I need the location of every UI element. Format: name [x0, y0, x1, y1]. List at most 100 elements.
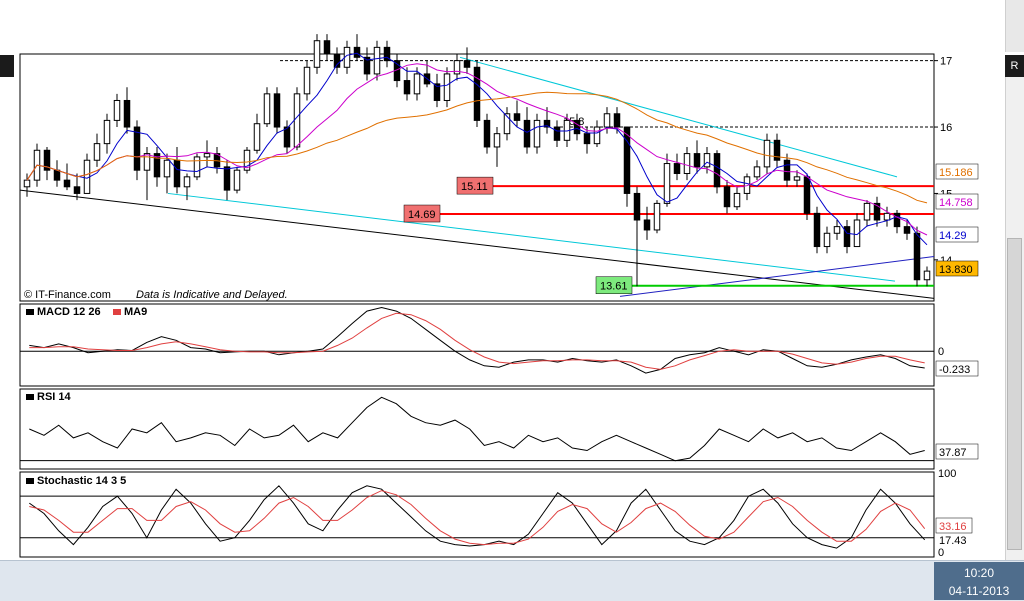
candle-body — [133, 126, 141, 171]
candle-body — [143, 153, 151, 171]
disclaimer: Data is Indicative and Delayed. — [136, 289, 288, 301]
stoch-legend-label: Stochastic 14 3 5 — [37, 475, 126, 487]
candle-body — [203, 153, 211, 158]
candle-body — [823, 232, 831, 248]
stoch-top-label: 100 — [938, 468, 956, 480]
candle-body — [573, 119, 581, 135]
candle-body — [533, 119, 541, 148]
candle-body — [923, 270, 931, 281]
candle-body — [493, 133, 501, 148]
candle-body — [653, 202, 661, 231]
candle-body — [283, 126, 291, 148]
candle-body — [323, 40, 331, 55]
candle-body — [723, 186, 731, 208]
candle-body — [813, 212, 821, 248]
candle-body — [23, 179, 31, 188]
candle-body — [223, 166, 231, 191]
candle-body — [403, 80, 411, 95]
taskbar-clock[interactable]: 10:20 04-11-2013 — [934, 562, 1024, 600]
clock-date: 04-11-2013 — [948, 584, 1010, 598]
candle-body — [123, 99, 131, 128]
candle-body — [113, 99, 121, 121]
candle-body — [883, 212, 891, 221]
candle-body — [893, 212, 901, 228]
candle-body — [513, 113, 521, 121]
macd-last-value: -0.233 — [939, 364, 970, 376]
candle-body — [903, 226, 911, 234]
y-tick-label: 17 — [940, 56, 952, 68]
candle-body — [183, 176, 191, 188]
candle-body — [473, 66, 481, 121]
candle-body — [483, 119, 491, 148]
y-tick-label: 16 — [940, 122, 952, 134]
right-value-text: 13.830 — [939, 264, 973, 276]
candle-body — [603, 113, 611, 128]
candle-body — [443, 73, 451, 101]
candle-body — [693, 153, 701, 168]
chart-canvas: 17161514 15.8 15.1114.6913.61 15.18614.7… — [19, 34, 979, 559]
candle-body — [803, 176, 811, 214]
stoch-legend-swatch — [26, 478, 34, 484]
rsi-last-value: 37.87 — [939, 447, 967, 459]
candle-body — [93, 143, 101, 161]
candle-body — [713, 153, 721, 188]
candle-body — [163, 159, 171, 178]
candle-body — [643, 219, 651, 231]
taskbar — [0, 560, 1024, 601]
candle-body — [763, 139, 771, 168]
watermark: © IT-Finance.com — [24, 289, 111, 301]
candle-body — [413, 73, 421, 95]
candle-body — [623, 126, 631, 194]
candle-body — [73, 186, 81, 194]
macd-zero-label: 0 — [938, 346, 944, 358]
candle-body — [553, 126, 561, 141]
candle-body — [193, 156, 201, 178]
candle-body — [663, 163, 671, 204]
candle-body — [263, 93, 271, 125]
candle-body — [753, 166, 761, 178]
ma9-legend-label: MA9 — [124, 306, 147, 318]
right-value-text: 14.29 — [939, 230, 967, 242]
stoch-d-value: 33.16 — [939, 521, 967, 533]
candle-body — [273, 93, 281, 128]
rsi-legend-label: RSI 14 — [37, 391, 72, 403]
candle-body — [793, 176, 801, 181]
candle-body — [863, 202, 871, 221]
stoch-bottom-label: 0 — [938, 547, 944, 559]
candle-body — [253, 123, 261, 151]
candle-body — [353, 46, 361, 58]
candle-body — [463, 60, 471, 68]
candle-body — [233, 169, 241, 191]
candle-body — [303, 66, 311, 95]
level-label-text: 15.11 — [461, 181, 488, 193]
candle-body — [613, 113, 621, 128]
candle-body — [523, 119, 531, 148]
right-value-text: 14.758 — [939, 197, 973, 209]
rsi-panel-frame — [19, 388, 935, 470]
ma9-legend-swatch — [113, 309, 121, 315]
candle-body — [913, 232, 921, 281]
candle-body — [593, 126, 601, 145]
right-value-text: 15.186 — [939, 167, 973, 179]
clock-time: 10:20 — [963, 566, 995, 580]
candle-body — [783, 159, 791, 181]
candle-body — [313, 40, 321, 68]
stoch-k-value: 17.43 — [939, 535, 967, 547]
candle-body — [173, 159, 181, 188]
candle-body — [683, 153, 691, 175]
candle-body — [373, 46, 381, 75]
candle-body — [293, 93, 301, 148]
candle-body — [583, 133, 591, 145]
level-label-text: 14.69 — [408, 209, 436, 221]
candle-body — [843, 226, 851, 248]
candle-body — [633, 192, 641, 221]
macd-legend-label: MACD 12 26 — [37, 306, 101, 318]
candle-body — [63, 179, 71, 188]
macd-legend-swatch — [26, 309, 34, 315]
candle-body — [703, 153, 711, 168]
candle-body — [103, 119, 111, 145]
candle-body — [673, 163, 681, 175]
candle-body — [833, 226, 841, 234]
candle-body — [53, 169, 61, 181]
level-label-text: 13.61 — [600, 281, 628, 293]
